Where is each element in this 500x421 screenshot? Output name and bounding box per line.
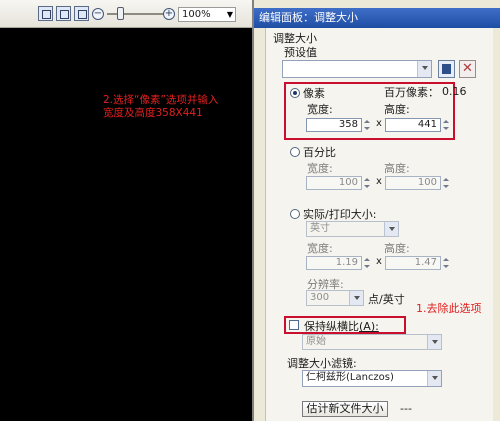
percent-height-input[interactable]: 100 <box>385 176 441 190</box>
resolution-unit: 点/英寸 <box>368 293 405 306</box>
print-size-label: 实际/打印大小: <box>303 208 377 221</box>
percent-label: 百分比 <box>303 146 336 159</box>
zoom-in-button[interactable]: + <box>163 8 175 20</box>
percent-radio[interactable] <box>290 147 300 157</box>
keep-aspect-text: 保持纵横比(A): <box>304 318 379 334</box>
pixels-height-input[interactable]: 441 <box>385 118 441 132</box>
print-height-spinner[interactable] <box>442 256 451 270</box>
zoom-slider-thumb[interactable] <box>117 7 124 20</box>
panel-title: 编辑面板：调整大小 <box>254 8 500 28</box>
chevron-down-icon: ▼ <box>226 10 233 19</box>
print-unit-select[interactable]: 英寸 <box>306 221 399 237</box>
chevron-down-icon <box>427 335 441 349</box>
step2-annotation: 2.选择“像素”选项并输入 宽度及高度358X441 <box>103 94 253 120</box>
close-icon: ✕ <box>462 61 473 76</box>
chevron-down-icon <box>427 371 441 386</box>
fit-window-button[interactable] <box>38 6 53 21</box>
resolution-value: 300 <box>310 292 330 303</box>
pixels-radio[interactable] <box>290 88 300 98</box>
aspect-mode-value: 原始 <box>306 336 326 347</box>
resize-panel-body: 调整大小 预设值 ✕ 像素 百万像素： 0.16 宽度: 高度: 358 x 4… <box>265 28 493 421</box>
save-preset-button[interactable] <box>438 60 455 78</box>
zoom-out-button[interactable]: − <box>92 8 104 20</box>
resolution-select[interactable]: 300 <box>306 290 364 306</box>
delete-preset-button[interactable]: ✕ <box>459 60 476 78</box>
percent-width-spinner[interactable] <box>363 176 372 190</box>
print-width-input[interactable]: 1.19 <box>306 256 362 270</box>
step1-annotation: 1.去除此选项 <box>416 302 482 315</box>
pixels-width-label: 宽度: <box>307 103 333 116</box>
resize-filter-label: 调整大小滤镜: <box>287 357 357 370</box>
chevron-down-icon <box>349 291 363 305</box>
keep-aspect-checkbox[interactable] <box>289 320 299 330</box>
estimate-size-button[interactable]: 估计新文件大小 <box>302 401 388 417</box>
percent-width-input[interactable]: 100 <box>306 176 362 190</box>
percent-times-sign: x <box>376 176 382 187</box>
chevron-down-icon <box>384 222 398 236</box>
pixels-height-label: 高度: <box>384 103 410 116</box>
step2-annotation-line1: 2.选择“像素”选项并输入 <box>103 94 219 106</box>
estimate-size-value: --- <box>400 402 412 415</box>
megapixels-value: 0.16 <box>442 85 467 98</box>
keep-aspect-shortcut: (A): <box>359 320 379 333</box>
zoom-slider-track[interactable] <box>107 13 165 15</box>
pixels-width-input[interactable]: 358 <box>306 118 362 132</box>
print-width-spinner[interactable] <box>363 256 372 270</box>
print-height-input[interactable]: 1.47 <box>385 256 441 270</box>
print-times-sign: x <box>376 256 382 267</box>
percent-height-spinner[interactable] <box>442 176 451 190</box>
fullscreen-button[interactable] <box>74 6 89 21</box>
preset-label: 预设值 <box>284 46 317 59</box>
save-icon <box>442 64 451 74</box>
zoom-level-select[interactable]: 100% ▼ <box>178 7 236 22</box>
print-unit-value: 英寸 <box>310 223 330 234</box>
zoom-level-value: 100% <box>182 9 211 20</box>
step2-annotation-line2: 宽度及高度358X441 <box>103 107 203 119</box>
pixels-width-spinner[interactable] <box>363 118 372 132</box>
actual-size-button[interactable] <box>56 6 71 21</box>
edit-panel: 编辑面板：调整大小 调整大小 预设值 ✕ 像素 百万像素： 0.16 宽度: 高… <box>252 0 500 421</box>
aspect-mode-select[interactable]: 原始 <box>302 334 442 350</box>
preset-select[interactable] <box>282 60 432 78</box>
percent-width-label: 宽度: <box>307 162 333 175</box>
keep-aspect-label: 保持纵横比 <box>304 320 359 333</box>
viewer-toolbar: − + 100% ▼ <box>0 0 252 28</box>
resize-filter-select[interactable]: 仁柯兹形(Lanczos) <box>302 370 442 387</box>
print-width-label: 宽度: <box>307 242 333 255</box>
image-canvas[interactable]: 2.选择“像素”选项并输入 宽度及高度358X441 <box>0 28 252 421</box>
print-height-label: 高度: <box>384 242 410 255</box>
resize-filter-value: 仁柯兹形(Lanczos) <box>306 372 394 383</box>
percent-height-label: 高度: <box>384 162 410 175</box>
print-size-radio[interactable] <box>290 209 300 219</box>
pixels-height-spinner[interactable] <box>442 118 451 132</box>
chevron-down-icon <box>417 61 431 77</box>
pixels-times-sign: x <box>376 118 382 129</box>
megapixels-label: 百万像素： <box>384 86 439 99</box>
pixels-label: 像素 <box>303 87 325 100</box>
